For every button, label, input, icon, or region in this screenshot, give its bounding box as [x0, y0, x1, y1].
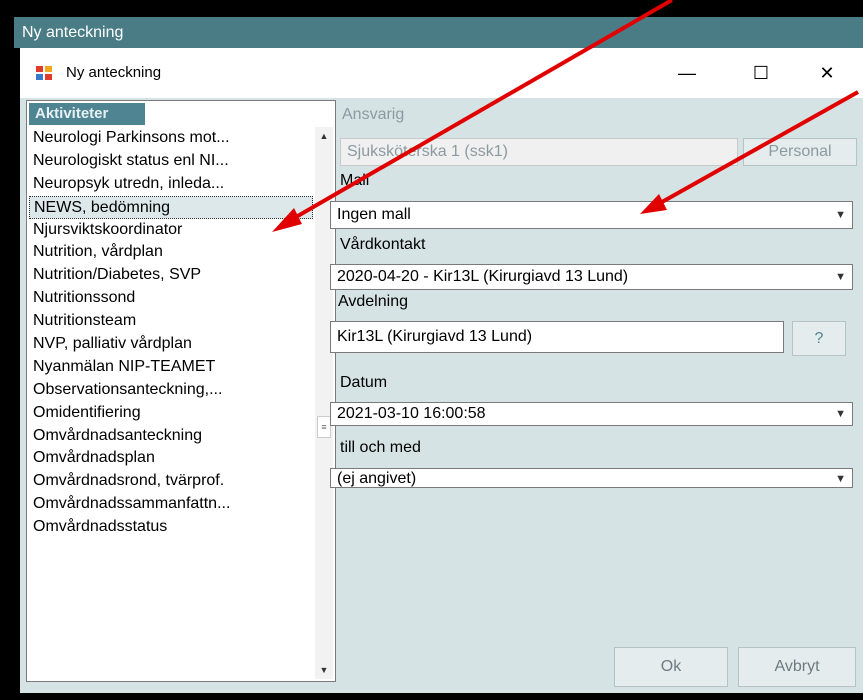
dialog-client-area: Aktiviteter Neurologi Parkinsons mot... N… — [20, 98, 863, 693]
till-value: (ej angivet) — [337, 470, 417, 487]
activities-header: Aktiviteter — [29, 103, 145, 125]
list-item[interactable]: Nutrition/Diabetes, SVP — [29, 264, 313, 287]
scroll-thumb[interactable]: ≡ — [317, 416, 331, 438]
ansvarig-label: Ansvarig — [342, 106, 405, 123]
datum-select[interactable]: 2021-03-10 16:00:58 ▼ — [330, 402, 853, 426]
app-icon — [36, 66, 52, 80]
list-item[interactable]: Neurologi Parkinsons mot... — [29, 127, 313, 150]
list-item[interactable]: Omvårdnadsstatus — [29, 516, 313, 539]
chevron-down-icon: ▼ — [835, 209, 846, 221]
dialog-titlebar: Ny anteckning — ☐ ✕ — [20, 48, 863, 98]
chevron-down-icon: ▼ — [835, 408, 846, 420]
chevron-down-icon: ▼ — [835, 473, 846, 485]
list-item[interactable]: Observationsanteckning,... — [29, 379, 313, 402]
minimize-button[interactable]: — — [664, 56, 710, 90]
list-item[interactable]: Omvårdnadsrond, tvärprof. — [29, 470, 313, 493]
dialog-window: Ny anteckning — ☐ ✕ Aktiviteter Neurolog… — [20, 48, 863, 693]
outer-window-titlebar: Ny anteckning — [14, 17, 863, 48]
till-select[interactable]: (ej angivet) ▼ — [330, 468, 853, 488]
list-item[interactable]: Njursviktskoordinator — [29, 219, 313, 242]
list-item-selected[interactable]: NEWS, bedömning — [29, 195, 313, 219]
vardkontakt-select[interactable]: 2020-04-20 - Kir13L (Kirurgiavd 13 Lund)… — [330, 264, 853, 290]
list-item[interactable]: Omvårdnadssammanfattn... — [29, 493, 313, 516]
list-item[interactable]: Nutrition, vårdplan — [29, 241, 313, 264]
ansvarig-field: Sjuksköterska 1 (ssk1) — [340, 138, 738, 166]
maximize-button[interactable]: ☐ — [738, 56, 784, 90]
mall-label: Mall — [340, 172, 370, 189]
cancel-button[interactable]: Avbryt — [738, 647, 856, 687]
datum-label: Datum — [340, 374, 388, 391]
personal-button: Personal — [743, 138, 857, 166]
avdelning-field[interactable]: Kir13L (Kirurgiavd 13 Lund) — [330, 321, 784, 353]
list-item[interactable]: Nutritionssond — [29, 287, 313, 310]
vardkontakt-value: 2020-04-20 - Kir13L (Kirurgiavd 13 Lund) — [337, 268, 629, 285]
list-item[interactable]: Neurologiskt status enl NI... — [29, 150, 313, 173]
datum-value: 2021-03-10 16:00:58 — [337, 405, 486, 422]
vardkontakt-label: Vårdkontakt — [340, 236, 426, 253]
list-item[interactable]: Omvårdnadsanteckning — [29, 425, 313, 448]
scroll-up-icon[interactable]: ▲ — [315, 127, 333, 145]
mall-value: Ingen mall — [337, 206, 411, 223]
chevron-down-icon: ▼ — [835, 271, 846, 283]
avdelning-label: Avdelning — [338, 293, 408, 310]
list-item[interactable]: Omidentifiering — [29, 402, 313, 425]
activities-list[interactable]: Aktiviteter Neurologi Parkinsons mot... N… — [26, 100, 336, 682]
scroll-down-icon[interactable]: ▼ — [315, 661, 333, 679]
list-item[interactable]: Nyanmälan NIP-TEAMET — [29, 356, 313, 379]
close-button[interactable]: ✕ — [804, 56, 850, 90]
list-item[interactable]: NVP, palliativ vårdplan — [29, 333, 313, 356]
list-item[interactable]: Neuropsyk utredn, inleda... — [29, 173, 313, 196]
ok-button[interactable]: Ok — [614, 647, 728, 687]
mall-select[interactable]: Ingen mall ▼ — [330, 201, 853, 229]
till-label: till och med — [340, 439, 421, 456]
help-button[interactable]: ? — [792, 321, 846, 356]
list-item[interactable]: Omvårdnadsplan — [29, 447, 313, 470]
outer-window-title: Ny anteckning — [22, 24, 124, 41]
dialog-title: Ny anteckning — [66, 64, 162, 81]
list-item[interactable]: Nutritionsteam — [29, 310, 313, 333]
activities-items: Neurologi Parkinsons mot... Neurologiskt … — [29, 127, 313, 539]
